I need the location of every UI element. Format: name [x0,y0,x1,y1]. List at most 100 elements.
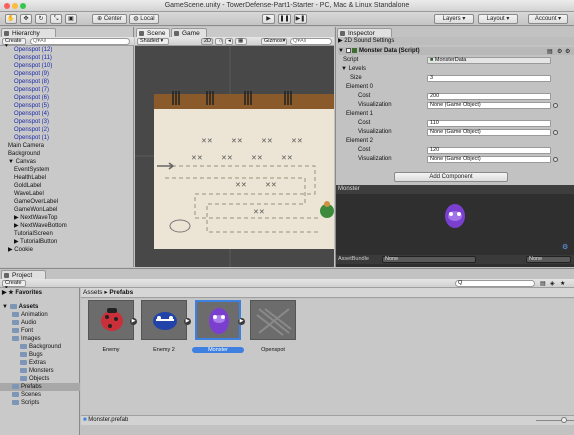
zoom-slider-handle[interactable] [561,417,567,423]
folder-item[interactable]: Background [0,343,80,351]
breadcrumb-prefabs[interactable]: Prefabs [109,289,133,296]
scene-viewport[interactable]: ✕✕ ✕✕ ✕✕ ✕✕ ✕✕ ✕✕ ✕✕ ✕✕ ✕✕ ✕✕ ✕✕ [135,46,334,267]
pivot-toggle[interactable]: ⊕ Center [92,14,127,24]
close-window-button[interactable] [4,3,10,9]
hierarchy-item[interactable]: Openspot (7) [0,86,133,94]
hierarchy-item[interactable]: Openspot (5) [0,102,133,110]
folder-item[interactable]: Prefabs [0,383,80,391]
space-toggle[interactable]: ◍ Local [129,14,159,24]
hierarchy-item[interactable]: Background [0,150,133,158]
object-picker-icon[interactable] [553,157,558,162]
hierarchy-item[interactable]: ▶ Cookie [0,246,133,254]
folder-item[interactable]: Bugs [0,351,80,359]
element-foldout-0[interactable]: Element 0 [346,83,373,91]
hierarchy-item[interactable]: ▶ NextWaveBottom [0,222,133,230]
monster-data-header[interactable]: ▼ Monster Data (Script) [338,47,574,55]
hierarchy-create-button[interactable]: Create ▾ [2,38,26,49]
step-button[interactable]: ▶❚ [294,14,307,24]
hierarchy-item[interactable]: Openspot (6) [0,94,133,102]
element-foldout-2[interactable]: Element 2 [346,137,373,145]
project-create-button[interactable]: Create ▾ [2,280,26,291]
cost-field-1[interactable]: 110 [427,120,551,127]
hierarchy-item[interactable]: Openspot (9) [0,70,133,78]
hierarchy-item[interactable]: ▶ TutorialButton [0,238,133,246]
star-icon[interactable]: ★ [560,280,565,287]
hierarchy-item[interactable]: Openspot (1) [0,134,133,142]
move-tool-button[interactable]: ✥ [20,14,32,24]
hierarchy-item[interactable]: Openspot (12) [0,46,133,54]
levels-foldout[interactable]: ▼ Levels [341,65,366,73]
hierarchy-item[interactable]: HealthLabel [0,174,133,182]
project-search-input[interactable]: Q [455,280,535,287]
layers-dropdown[interactable]: Layers ▾ [434,14,474,24]
folder-item[interactable]: Scripts [0,399,80,407]
asset-monster-thumbnail[interactable] [195,300,241,340]
minimize-window-button[interactable] [12,3,18,9]
enabled-checkbox[interactable] [345,47,351,53]
favorites-section[interactable]: ▶ ★ Favorites [2,289,42,297]
hierarchy-item[interactable]: WaveLabel [0,190,133,198]
script-field[interactable]: ■ MonsterData [427,57,551,64]
filter-type-icon[interactable]: ▤ [540,280,546,287]
hierarchy-item[interactable]: Openspot (8) [0,78,133,86]
cost-field-2[interactable]: 120 [427,147,551,154]
rect-tool-button[interactable]: ▣ [65,14,77,24]
scene-canvas[interactable]: ✕✕ ✕✕ ✕✕ ✕✕ ✕✕ ✕✕ ✕✕ ✕✕ ✕✕ ✕✕ ✕✕ [135,46,334,267]
folder-item[interactable]: Extras [0,359,80,367]
lighting-toggle[interactable]: ☼ [215,38,223,45]
breadcrumb-assets[interactable]: Assets [83,289,103,296]
hierarchy-item[interactable]: Openspot (10) [0,62,133,70]
expand-enemy-button[interactable]: ▶ [130,318,137,325]
scene-search-input[interactable]: Q▾All [290,38,332,45]
hierarchy-item[interactable]: EventSystem [0,166,133,174]
asset-enemy2-thumbnail[interactable] [141,300,187,340]
add-component-button[interactable]: Add Component [394,172,508,182]
book-icon[interactable]: ▤ [547,48,553,55]
effects-dropdown[interactable]: ▦ [235,38,247,45]
folder-item[interactable]: Audio [0,319,80,327]
preview-settings-icon[interactable]: ⚙ [562,243,568,251]
hand-tool-button[interactable]: ✋ [5,14,17,24]
assetbundle-dropdown[interactable]: None [382,256,476,263]
hierarchy-item[interactable]: Openspot (2) [0,126,133,134]
hierarchy-item[interactable]: Openspot (3) [0,118,133,126]
2d-toggle[interactable]: 2D [201,38,213,45]
hierarchy-item[interactable]: ▼ Canvas [0,158,133,166]
hierarchy-item[interactable]: Openspot (4) [0,110,133,118]
folder-item[interactable]: Font [0,327,80,335]
hierarchy-item[interactable]: Openspot (11) [0,54,133,62]
gizmos-dropdown[interactable]: Gizmos▾ [261,38,287,45]
account-dropdown[interactable]: Account ▾ [528,14,568,24]
folder-item[interactable]: Animation [0,311,80,319]
sound-settings-header[interactable]: ▶ 2D Sound Settings [338,37,574,45]
element-foldout-1[interactable]: Element 1 [346,110,373,118]
scale-tool-button[interactable]: ⤡ [50,14,62,24]
rotate-tool-button[interactable]: ↻ [35,14,47,24]
hierarchy-item[interactable]: GameOverLabel [0,198,133,206]
expand-enemy2-button[interactable]: ▶ [184,318,191,325]
object-picker-icon[interactable] [553,130,558,135]
hierarchy-item[interactable]: GameWonLabel [0,206,133,214]
hierarchy-item[interactable]: ▶ NextWaveTop [0,214,133,222]
folder-item[interactable]: Monsters [0,367,80,375]
assets-root[interactable]: ▼ Assets [2,303,38,311]
visualization-field-1[interactable]: None (Game Object) [427,129,551,136]
folder-item[interactable]: Scenes [0,391,80,399]
pause-button[interactable]: ❚❚ [278,14,291,24]
shading-dropdown[interactable]: Shaded ▾ [137,38,169,45]
hierarchy-item[interactable]: Main Camera [0,142,133,150]
visualization-field-2[interactable]: None (Game Object) [427,156,551,163]
folder-item[interactable]: Objects [0,375,80,383]
assetbundle-variant-dropdown[interactable]: None [526,256,571,263]
maximize-window-button[interactable] [20,3,26,9]
expand-monster-button[interactable]: ▶ [238,318,245,325]
hierarchy-item[interactable]: GoldLabel [0,182,133,190]
play-button[interactable]: ▶ [262,14,275,24]
asset-openspot-thumbnail[interactable] [250,300,296,340]
folder-item[interactable]: Images [0,335,80,343]
cost-field-0[interactable]: 200 [427,93,551,100]
layout-dropdown[interactable]: Layout ▾ [478,14,518,24]
hierarchy-search-input[interactable]: Q▾All [30,38,130,45]
zoom-slider-track[interactable] [536,420,574,421]
gear-icon[interactable]: ⚙ [565,48,570,55]
